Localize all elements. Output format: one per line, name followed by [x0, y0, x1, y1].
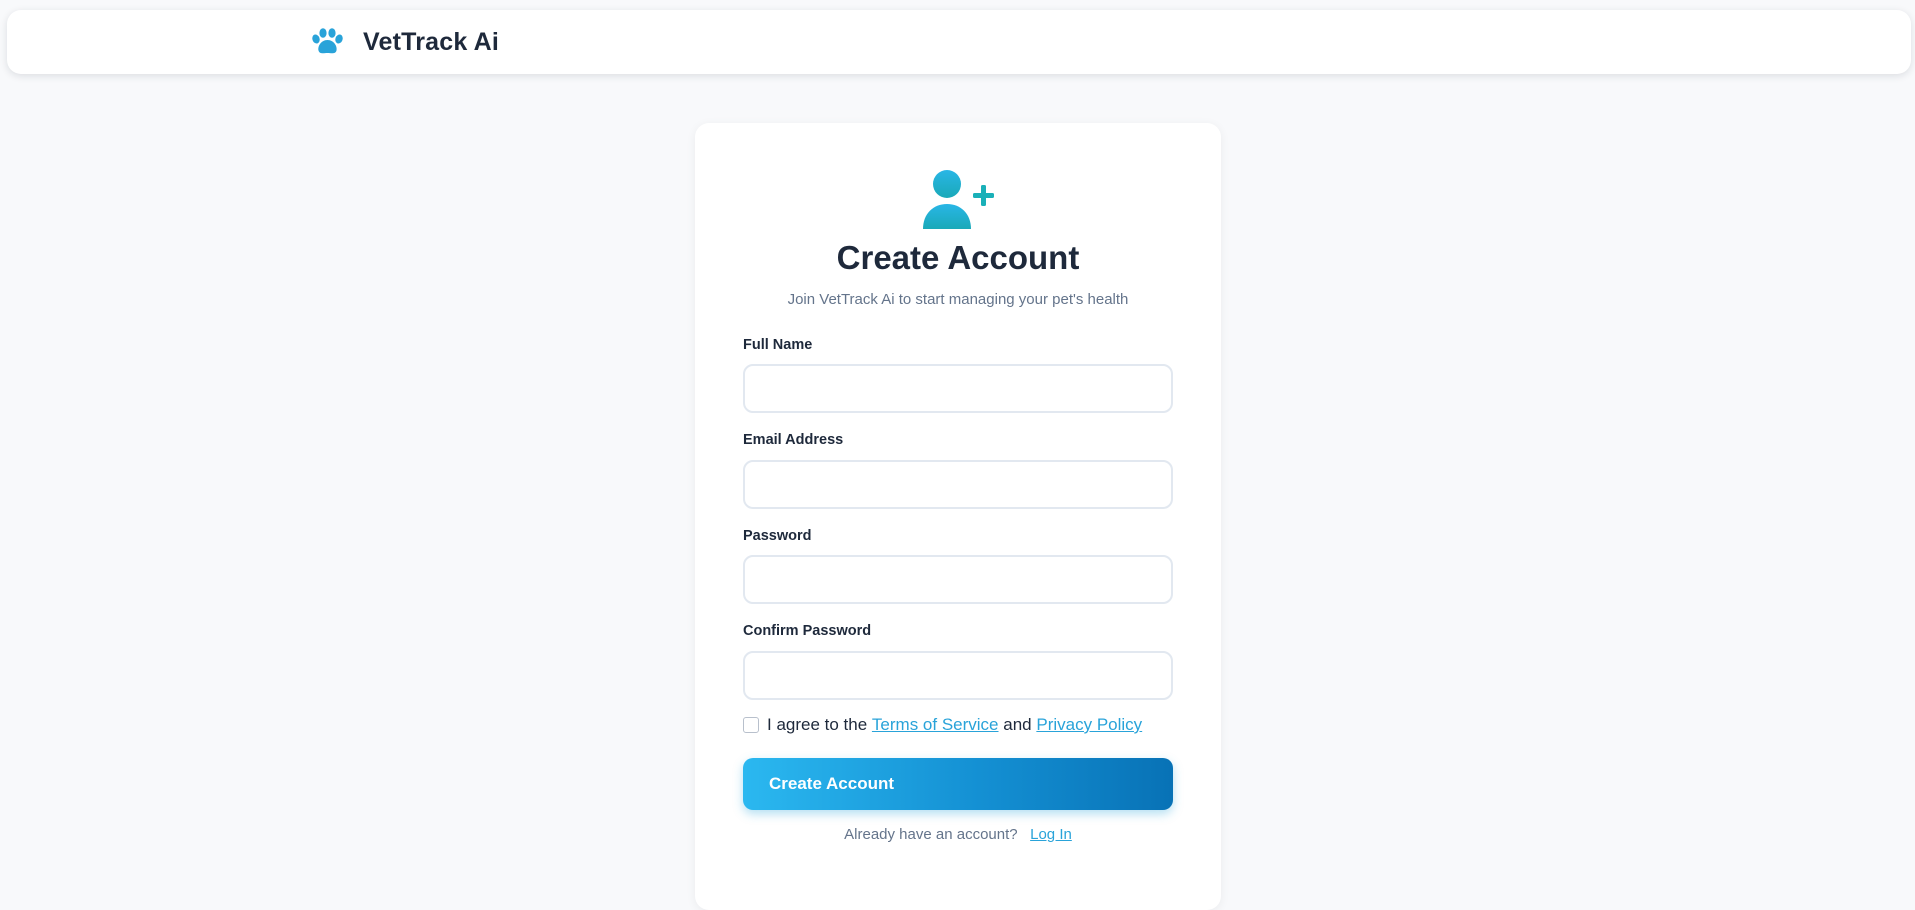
email-label: Email Address	[743, 432, 844, 448]
user-plus-icon	[923, 170, 994, 229]
confirm-password-input[interactable]	[743, 651, 1173, 700]
signup-card: Create Account Join VetTrack Ai to start…	[695, 123, 1221, 910]
terms-of-service-link[interactable]: Terms of Service	[872, 715, 999, 735]
page-title: Create Account	[836, 239, 1080, 276]
login-link[interactable]: Log In	[1030, 826, 1072, 843]
email-input[interactable]	[743, 460, 1173, 509]
full-name-label: Full Name	[743, 337, 813, 353]
create-account-button[interactable]: Create Account	[743, 758, 1173, 810]
brand-logo[interactable]: VetTrack Ai	[309, 10, 499, 74]
terms-and-text: and	[1003, 715, 1032, 734]
top-navbar: VetTrack Ai	[7, 10, 1911, 74]
terms-checkbox[interactable]	[743, 717, 759, 733]
terms-prefix: I agree to the	[767, 715, 868, 734]
password-input[interactable]	[743, 555, 1173, 604]
page-subtitle: Join VetTrack Ai to start managing your …	[787, 291, 1129, 308]
login-prompt: Already have an account?	[844, 826, 1018, 843]
password-label: Password	[743, 528, 812, 544]
confirm-password-label: Confirm Password	[743, 623, 872, 639]
full-name-input[interactable]	[743, 364, 1173, 413]
login-prompt-row: Already have an account? Log In	[695, 826, 1221, 843]
brand-name: VetTrack Ai	[363, 27, 500, 56]
paw-icon	[312, 28, 343, 54]
privacy-policy-link[interactable]: Privacy Policy	[1036, 715, 1142, 735]
terms-agreement: I agree to the Terms of Service and Priv…	[743, 715, 1142, 735]
